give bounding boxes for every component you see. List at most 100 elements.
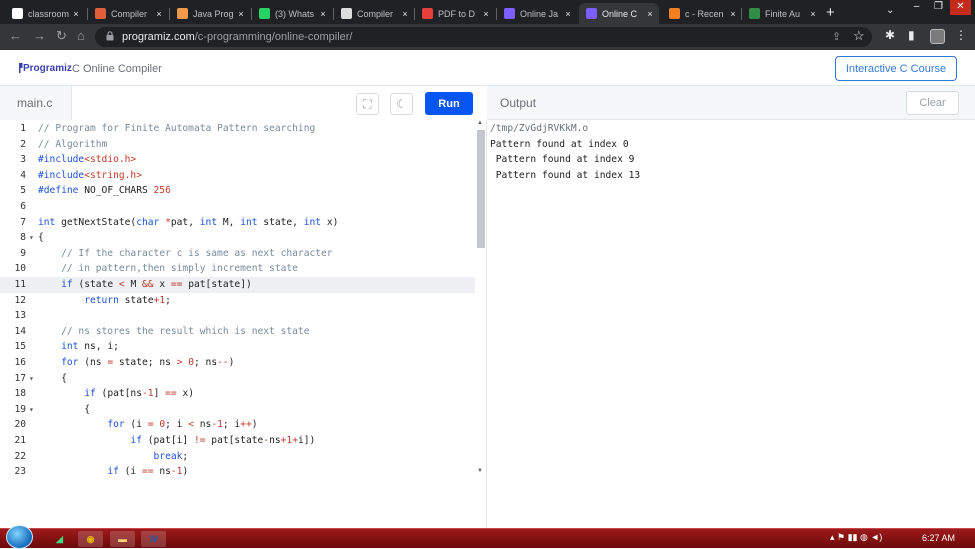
site-header: Programiz C Online Compiler Interactive … (0, 50, 975, 86)
theme-toggle-button[interactable]: ☾ (390, 93, 413, 115)
browser-tab[interactable]: (3) Whats × (252, 3, 332, 24)
line-number: 17 (14, 372, 26, 384)
code-line: 7 int getNextState(char *pat, int M, int … (0, 215, 475, 231)
code-text: { (38, 402, 90, 418)
run-button[interactable]: Run (425, 92, 473, 115)
profile-avatar[interactable] (930, 29, 945, 44)
code-text: // in pattern,then simply increment stat… (38, 261, 298, 277)
output-title: Output (500, 96, 537, 110)
window-close-icon[interactable]: ✕ (950, 0, 971, 15)
browser-tab[interactable]: classroom × (5, 3, 85, 24)
url-path: /c-programming/online-compiler/ (194, 31, 353, 43)
restore-icon[interactable]: ❐ (928, 0, 949, 15)
code-line: 11 if (state < M && x == pat[state]) (0, 277, 475, 293)
browser-tab[interactable]: PDF to D × (415, 3, 495, 24)
tab-search-icon[interactable]: ⌄ (886, 5, 894, 16)
new-tab-button[interactable]: + (826, 4, 835, 21)
code-token: ) (251, 419, 258, 431)
pdf-icon (422, 8, 433, 19)
code-line: 23 if (i == ns-1) (0, 464, 475, 480)
programiz-icon (586, 8, 597, 19)
code-token: ++ (240, 419, 252, 431)
share-icon[interactable]: ⇪ (832, 30, 841, 43)
code-token: (i (118, 466, 142, 478)
fold-toggle-icon[interactable]: ▾ (29, 402, 34, 418)
tab-close-icon[interactable]: × (808, 9, 818, 19)
tab-close-icon[interactable]: × (481, 9, 491, 19)
output-line: Pattern found at index 0 (490, 138, 629, 150)
fullscreen-button[interactable]: ⛶ (356, 93, 379, 115)
tab-close-icon[interactable]: × (645, 9, 655, 19)
code-token: ; (165, 294, 171, 306)
browser-tab[interactable]: Compiler × (334, 3, 414, 24)
start-button[interactable] (6, 525, 33, 549)
tab-close-icon[interactable]: × (728, 9, 738, 19)
browser-tab[interactable]: Finite Au × (742, 3, 822, 24)
tab-close-icon[interactable]: × (154, 9, 164, 19)
line-number: 21 (14, 435, 26, 446)
scroll-up-icon[interactable]: ▲ (477, 120, 483, 126)
output-file-path: /tmp/ZvGdjRVKkM.o (490, 123, 589, 134)
back-icon[interactable]: ← (9, 28, 22, 43)
file-explorer-icon[interactable]: ▬ (110, 531, 135, 547)
code-token: M (124, 279, 142, 290)
reload-icon[interactable]: ↻ (56, 28, 67, 44)
fullscreen-icon: ⛶ (363, 96, 372, 111)
tab-close-icon[interactable]: × (400, 9, 410, 19)
code-token: ; i (165, 419, 189, 431)
output-line: Pattern found at index 13 (490, 169, 641, 181)
geeksforgeeks-icon (749, 8, 760, 19)
system-tray[interactable]: ▴ ⚑ ▮▮ ◍ ◄) (830, 532, 882, 543)
forward-icon[interactable]: → (33, 28, 46, 43)
editor-scrollbar[interactable]: ▲ ▼ (475, 120, 486, 528)
scroll-down-icon[interactable]: ▼ (477, 468, 483, 474)
chrome-menu-icon[interactable]: ⋮ (955, 28, 967, 42)
scrollbar-thumb[interactable] (477, 130, 485, 248)
code-token: { (38, 232, 44, 244)
bookmark-star-icon[interactable]: ☆ (853, 28, 865, 44)
interactive-course-button[interactable]: Interactive C Course (835, 56, 957, 81)
browser-tab[interactable]: Java Prog × (170, 3, 250, 24)
code-token: pat, (170, 216, 200, 228)
code-text: for (ns = state; ns > 0; ns--) (38, 355, 234, 371)
output-console[interactable]: /tmp/ZvGdjRVKkM.o Pattern found at index … (487, 120, 975, 528)
side-panel-icon[interactable]: ▮ (908, 28, 915, 42)
file-tab[interactable]: main.c (0, 86, 72, 120)
chrome-icon[interactable]: ◉ (78, 531, 103, 547)
tab-close-icon[interactable]: × (318, 9, 328, 19)
clear-button[interactable]: Clear (906, 91, 959, 115)
line-number: 22 (14, 450, 26, 462)
minimize-icon[interactable]: – (906, 0, 927, 15)
tab-separator (496, 8, 497, 20)
code-text: if (pat[i] != pat[state-ns+1+i]) (38, 433, 315, 449)
line-number: 19 (14, 403, 26, 415)
programiz-logo[interactable]: Programiz (23, 63, 72, 74)
code-token: != (193, 435, 206, 446)
browser-tab[interactable]: c - Recen × (662, 3, 742, 24)
code-text: { (38, 371, 67, 387)
browser-tab[interactable]: Online Ja × (497, 3, 577, 24)
fold-toggle-icon[interactable]: ▾ (29, 230, 34, 246)
code-editor[interactable]: 1 // Program for Finite Automata Pattern … (0, 120, 487, 528)
address-bar[interactable]: programiz.com/c-programming/online-compi… (95, 27, 872, 47)
programiz-icon (504, 8, 515, 19)
clock[interactable]: 6:27 AM (922, 533, 955, 543)
code-token: ] (153, 388, 166, 400)
google-icon (12, 8, 23, 19)
browser-tab[interactable]: Compiler × (88, 3, 168, 24)
extensions-icon[interactable]: ✱ (885, 28, 895, 42)
android-studio-icon[interactable]: ◢ (47, 531, 72, 547)
tab-close-icon[interactable]: × (236, 9, 246, 19)
home-icon[interactable]: ⌂ (77, 28, 85, 43)
tab-close-icon[interactable]: × (71, 9, 81, 19)
word-icon[interactable]: W (141, 531, 166, 547)
code-text: if (state < M && x == pat[state]) (38, 277, 252, 293)
moon-icon: ☾ (396, 97, 407, 111)
code-token: (pat[i] (141, 435, 194, 446)
browser-tab[interactable]: Online C × (579, 3, 659, 24)
code-token: break (153, 450, 183, 462)
tab-close-icon[interactable]: × (563, 9, 573, 19)
fold-toggle-icon[interactable]: ▾ (29, 371, 34, 387)
